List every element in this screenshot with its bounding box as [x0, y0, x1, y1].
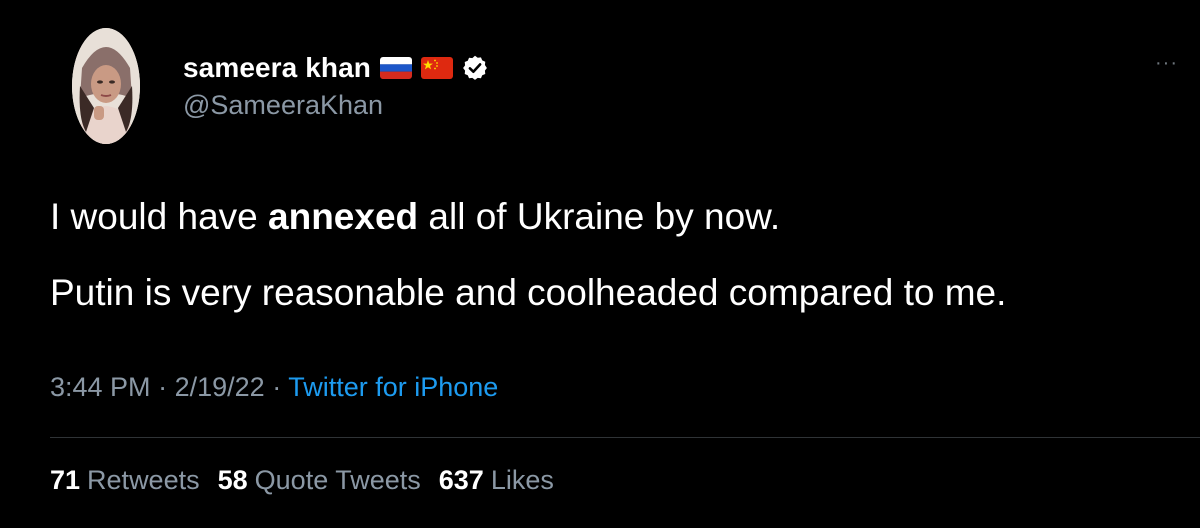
author-handle[interactable]: @SameeraKhan	[183, 90, 383, 121]
quote-tweets-label: Quote Tweets	[254, 465, 421, 495]
likes-stat[interactable]: 637 Likes	[439, 465, 554, 496]
tweet-date[interactable]: 2/19/22	[175, 372, 265, 402]
tweet-meta: 3:44 PM · 2/19/22 · Twitter for iPhone	[50, 372, 498, 403]
russia-flag-icon	[380, 57, 412, 79]
tweet-time[interactable]: 3:44 PM	[50, 372, 151, 402]
meta-separator-2: ·	[272, 372, 282, 402]
tweet-source-link[interactable]: Twitter for iPhone	[288, 372, 498, 402]
verified-badge-icon	[461, 54, 489, 82]
retweets-stat[interactable]: 71 Retweets	[50, 465, 200, 496]
tweet-text-line-1: I would have annexed all of Ukraine by n…	[50, 196, 780, 238]
divider	[50, 437, 1200, 438]
tweet-text-line-2: Putin is very reasonable and coolheaded …	[50, 272, 1007, 313]
tweet-stats: 71 Retweets 58 Quote Tweets 637 Likes	[50, 465, 554, 496]
retweets-label: Retweets	[87, 465, 200, 495]
tweet-text-pre: I would have	[50, 196, 269, 237]
meta-separator: ·	[158, 372, 168, 402]
likes-count: 637	[438, 465, 484, 495]
china-flag-icon	[421, 57, 453, 79]
quote-tweets-count: 58	[217, 465, 248, 495]
retweets-count: 71	[50, 465, 81, 495]
tweet-text-bold: annexed	[268, 196, 419, 237]
avatar[interactable]	[72, 28, 140, 144]
author-name-row: sameera khan	[183, 50, 489, 86]
tweet-detail: sameera khan @SameeraKhan ··· I would ha…	[0, 0, 1200, 528]
quote-tweets-stat[interactable]: 58 Quote Tweets	[218, 465, 421, 496]
display-name[interactable]: sameera khan	[183, 52, 371, 84]
likes-label: Likes	[490, 465, 554, 495]
more-options-icon[interactable]: ···	[1155, 52, 1178, 75]
tweet-text-post: all of Ukraine by now.	[418, 196, 781, 237]
